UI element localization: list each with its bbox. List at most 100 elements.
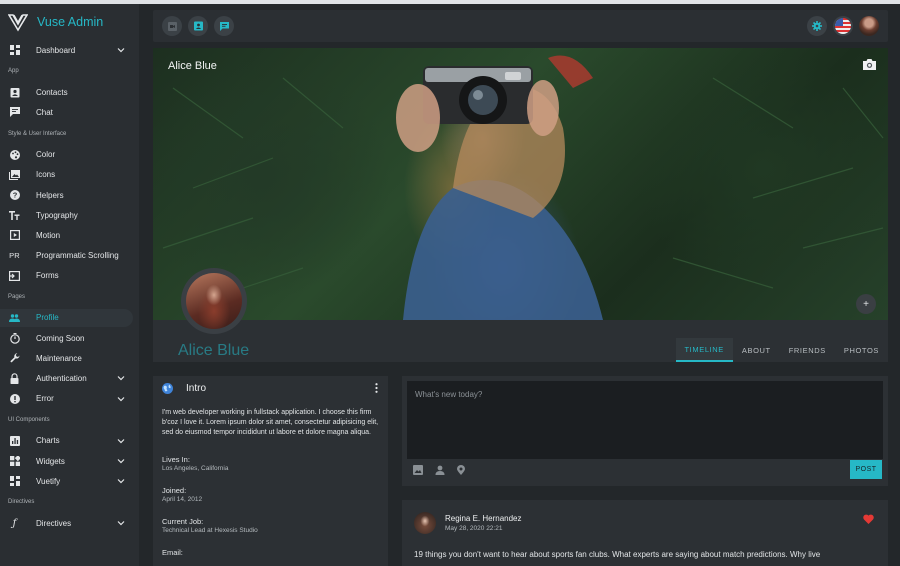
sidebar-item-authentication[interactable]: Authentication	[0, 368, 139, 388]
text-fields-icon	[9, 210, 20, 221]
bar-chart-icon	[9, 435, 20, 446]
joined-value: April 14, 2012	[162, 495, 203, 503]
sidebar-item-label: Motion	[36, 230, 61, 240]
current-job-value: Technical Lead at Hexesis Studio	[162, 526, 258, 534]
tab-timeline[interactable]: TIMELINE	[675, 338, 733, 362]
add-button[interactable]: +	[856, 294, 876, 314]
sidebar-item-label: Forms	[36, 271, 59, 281]
video-chat-icon	[167, 21, 177, 31]
sidebar-item-label: Widgets	[36, 456, 65, 466]
chevron-down-icon	[117, 48, 125, 53]
sidebar-item-helpers[interactable]: ? Helpers	[0, 185, 139, 205]
section-header-directives: Directives	[8, 499, 35, 506]
settings-button[interactable]	[807, 16, 827, 36]
chevron-down-icon	[117, 479, 125, 484]
post-author[interactable]: Regina E. Hernandez	[445, 514, 522, 523]
input-icon	[9, 270, 20, 281]
sidebar-item-chat[interactable]: Chat	[0, 102, 139, 122]
intro-card: Intro I'm web developer working in fulls…	[153, 376, 388, 566]
plus-icon: +	[863, 298, 869, 310]
chevron-down-icon	[117, 438, 125, 444]
tab-photos[interactable]: PHOTOS	[835, 338, 888, 362]
intro-header: Intro	[153, 376, 388, 400]
dashboard-icon	[9, 45, 20, 56]
tab-friends[interactable]: FRIENDS	[780, 338, 835, 362]
camera-icon[interactable]	[863, 59, 876, 70]
intro-bio: I'm web developer working in fullstack a…	[162, 409, 379, 437]
more-vert-icon[interactable]	[375, 383, 378, 393]
globe-icon	[162, 382, 173, 394]
chevron-down-icon	[117, 376, 125, 381]
sidebar-item-contacts[interactable]: Contacts	[0, 82, 139, 102]
sidebar-item-label: Contacts	[36, 87, 68, 97]
joined-label: Joined:	[162, 485, 187, 495]
sidebar-item-coming-soon[interactable]: Coming Soon	[0, 328, 139, 348]
tab-about[interactable]: ABOUT	[733, 338, 780, 362]
post-input[interactable]	[407, 381, 883, 459]
sidebar-item-label: Chat	[36, 107, 53, 117]
chat-button[interactable]	[214, 16, 234, 36]
attach-image-icon[interactable]	[413, 465, 423, 475]
sidebar-item-maintenance[interactable]: Maintenance	[0, 348, 139, 368]
wrench-icon	[9, 353, 20, 364]
post-composer: POST	[402, 376, 888, 486]
sidebar-item-error[interactable]: Error	[0, 389, 139, 409]
lock-icon	[9, 373, 20, 385]
gear-icon	[812, 21, 822, 31]
sidebar-item-charts[interactable]: Charts	[0, 431, 139, 451]
sidebar-item-profile[interactable]: Profile	[0, 308, 139, 328]
sidebar-item-programmatic-scrolling[interactable]: PR Programmatic Scrolling	[0, 246, 139, 266]
contacts-button[interactable]	[188, 16, 208, 36]
sidebar-item-dashboard[interactable]: Dashboard	[0, 40, 139, 60]
sidebar-item-forms[interactable]: Forms	[0, 266, 139, 286]
profile-card: Alice Blue + Alice Blue TIMELINE ABOUT F…	[153, 48, 888, 362]
sidebar-item-label: Directives	[36, 518, 72, 528]
section-header-style: Style & User Interface	[8, 130, 67, 137]
contacts-icon	[9, 87, 20, 98]
sidebar-item-typography[interactable]: Typography	[0, 205, 139, 225]
language-button[interactable]	[833, 16, 853, 36]
composer-actions	[413, 465, 479, 475]
post-author-avatar[interactable]	[414, 512, 436, 534]
sidebar-item-label: Dashboard	[36, 45, 76, 55]
lives-in-value: Los Angeles, California	[162, 464, 229, 472]
intro-title: Intro	[186, 382, 207, 394]
app-bar	[153, 10, 888, 42]
email-label: Email:	[162, 547, 183, 557]
post-date: May 28, 2020 22:21	[445, 525, 503, 532]
brand[interactable]: Vuse Admin	[0, 4, 139, 40]
sidebar-item-widgets[interactable]: Widgets	[0, 451, 139, 471]
dashboard-icon	[9, 476, 20, 487]
profile-name: Alice Blue	[178, 342, 250, 359]
section-header-app: App	[8, 68, 19, 75]
sidebar-item-motion[interactable]: Motion	[0, 225, 139, 245]
palette-icon	[9, 149, 20, 160]
location-icon[interactable]	[457, 465, 467, 475]
video-chat-button[interactable]	[162, 16, 182, 36]
widgets-icon	[9, 456, 20, 467]
timeline-post: Regina E. Hernandez May 28, 2020 22:21 1…	[402, 500, 888, 566]
chevron-down-icon	[117, 521, 125, 526]
sidebar-item-icons[interactable]: Icons	[0, 165, 139, 185]
svg-text:?: ?	[12, 191, 17, 200]
user-menu-button[interactable]	[859, 16, 879, 36]
heart-icon[interactable]	[863, 514, 874, 524]
sidebar-item-directives[interactable]: ƒ Directives	[0, 513, 139, 533]
cover-name: Alice Blue	[168, 60, 217, 72]
sidebar-item-abbr: PR	[9, 251, 20, 261]
post-button[interactable]: POST	[850, 460, 882, 479]
tag-person-icon[interactable]	[435, 465, 445, 475]
cover-photo-illustration	[162, 55, 884, 320]
sidebar-item-color[interactable]: Color	[0, 145, 139, 165]
sidebar-item-label: Charts	[36, 436, 60, 446]
profile-avatar[interactable]	[181, 268, 247, 334]
chevron-down-icon	[117, 459, 125, 464]
error-icon	[9, 393, 20, 404]
user-avatar	[859, 16, 879, 36]
sidebar-item-label: Color	[36, 150, 56, 160]
sidebar-item-vuetify[interactable]: Vuetify	[0, 471, 139, 491]
section-header-pages: Pages	[8, 293, 26, 300]
cover-photo: Alice Blue +	[153, 48, 888, 320]
chat-icon	[9, 107, 20, 118]
sidebar: Vuse Admin Dashboard App Contacts Chat S…	[0, 4, 139, 566]
